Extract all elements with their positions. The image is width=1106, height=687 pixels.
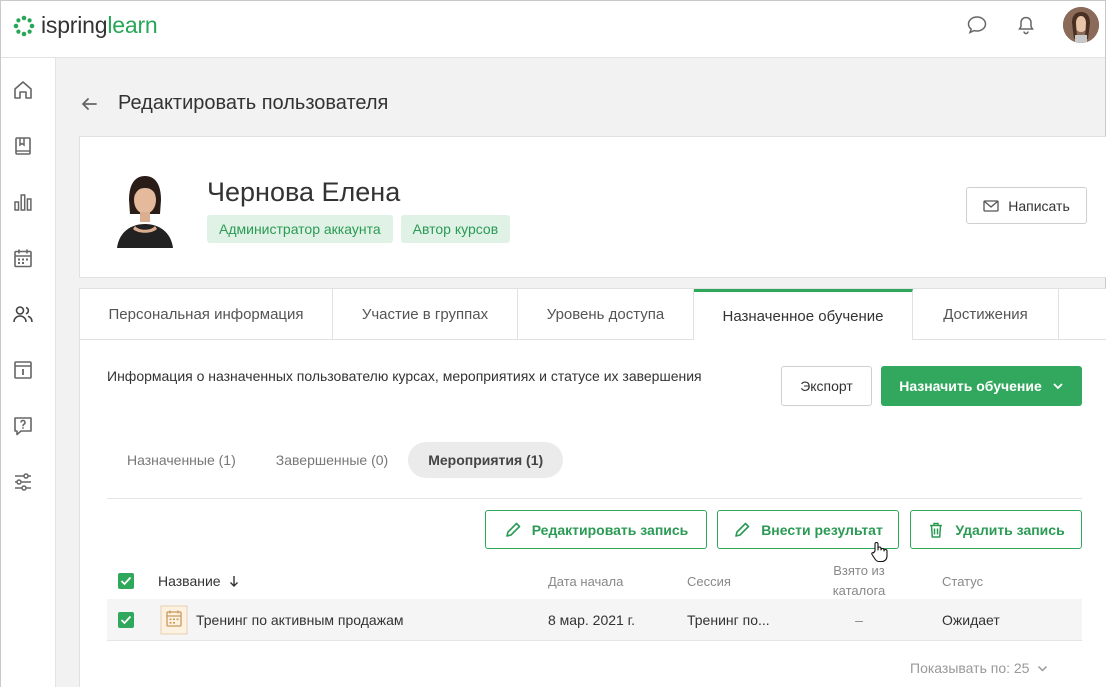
- export-button[interactable]: Экспорт: [781, 366, 872, 406]
- column-session-header[interactable]: Сессия: [687, 561, 731, 601]
- hand-cursor-icon: [871, 542, 888, 563]
- divider: [107, 498, 1082, 499]
- delete-record-button[interactable]: Удалить запись: [910, 510, 1082, 549]
- pencil-icon: [735, 522, 750, 537]
- event-icon: [160, 599, 188, 641]
- help-icon[interactable]: [11, 414, 35, 438]
- calendar-icon[interactable]: [11, 246, 35, 270]
- chevron-down-icon: [1038, 665, 1048, 672]
- content-card: Персональная информация Участие в группа…: [79, 288, 1106, 687]
- subtab-bar: Назначенные (1) Завершенные (0) Мероприя…: [107, 442, 564, 478]
- main-area: Редактировать пользователя Чернова Елена…: [56, 58, 1106, 687]
- info-board-icon[interactable]: [11, 358, 35, 382]
- users-icon[interactable]: [11, 302, 35, 326]
- row-name[interactable]: Тренинг по активным продажам: [196, 599, 404, 641]
- trash-icon: [930, 522, 943, 538]
- top-bar: ispringlearn: [1, 1, 1105, 58]
- row-start-date: 8 мар. 2021 г.: [548, 612, 635, 628]
- page-title: Редактировать пользователя: [118, 92, 389, 114]
- assign-training-button[interactable]: Назначить обучение: [881, 366, 1082, 406]
- tab-groups[interactable]: Участие в группах: [333, 289, 518, 340]
- column-status-header[interactable]: Статус: [942, 561, 983, 601]
- subtab-events[interactable]: Мероприятия (1): [408, 442, 564, 478]
- user-avatar[interactable]: [1063, 7, 1099, 43]
- profile-card: Чернова Елена Администратор аккаунта Авт…: [79, 136, 1106, 278]
- book-icon[interactable]: [11, 134, 35, 158]
- bar-chart-icon[interactable]: [11, 190, 35, 214]
- bell-icon[interactable]: [1014, 13, 1038, 37]
- subtab-assigned[interactable]: Назначенные (1): [107, 442, 256, 478]
- column-catalog-header[interactable]: Взято из каталога: [819, 561, 899, 601]
- tab-access-level[interactable]: Уровень доступа: [518, 289, 694, 340]
- sidebar: [1, 58, 56, 687]
- mail-icon: [983, 199, 999, 212]
- write-message-button[interactable]: Написать: [966, 187, 1087, 224]
- row-checkbox[interactable]: [118, 599, 134, 641]
- chat-icon[interactable]: [965, 13, 989, 37]
- app-logo[interactable]: ispringlearn: [13, 12, 158, 39]
- logo-text: ispringlearn: [41, 12, 158, 38]
- profile-photo: [107, 170, 183, 248]
- row-session: Тренинг по...: [687, 612, 770, 628]
- page-size-selector[interactable]: Показывать по: 25: [910, 660, 1048, 676]
- tab-more[interactable]: [1059, 289, 1106, 340]
- tab-achievements[interactable]: Достижения: [913, 289, 1059, 340]
- check-icon: [120, 615, 132, 625]
- role-badge-author: Автор курсов: [400, 215, 511, 243]
- column-start-date-header[interactable]: Дата начала: [548, 561, 623, 601]
- logo-icon: [13, 15, 35, 36]
- table-header: Название Дата начала Сессия Взято из кат…: [107, 561, 1082, 601]
- tab-bar: Персональная информация Участие в группа…: [80, 289, 1106, 340]
- role-badge-admin: Администратор аккаунта: [207, 215, 393, 243]
- row-status: Ожидает: [942, 612, 1000, 628]
- check-icon: [120, 576, 132, 586]
- select-all-checkbox[interactable]: [118, 561, 134, 601]
- pencil-icon: [505, 522, 520, 537]
- tab-assigned-training[interactable]: Назначенное обучение: [694, 289, 913, 340]
- subtab-completed[interactable]: Завершенные (0): [256, 442, 408, 478]
- row-from-catalog: –: [855, 612, 863, 628]
- profile-name: Чернова Елена: [207, 177, 401, 207]
- tab-personal-info[interactable]: Персональная информация: [80, 289, 333, 340]
- settings-sliders-icon[interactable]: [11, 470, 35, 494]
- assigned-info-text: Информация о назначенных пользователю ку…: [107, 368, 702, 384]
- sort-down-icon: [229, 576, 238, 587]
- edit-record-button[interactable]: Редактировать запись: [485, 510, 707, 549]
- back-arrow-icon[interactable]: [80, 95, 98, 113]
- home-icon[interactable]: [11, 78, 35, 102]
- chevron-down-icon: [1053, 383, 1063, 390]
- column-name-header[interactable]: Название: [158, 561, 239, 601]
- table-row[interactable]: Тренинг по активным продажам 8 мар. 2021…: [107, 599, 1082, 641]
